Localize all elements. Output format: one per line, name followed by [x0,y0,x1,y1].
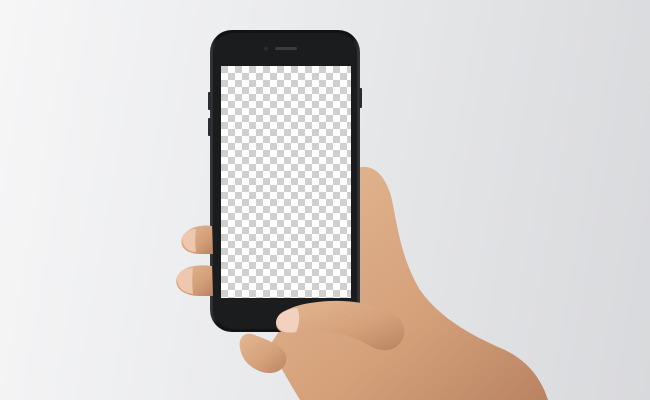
power-button [359,88,362,108]
volume-button [208,92,211,110]
phone-screen [221,66,351,298]
fingernail [177,268,193,294]
earpiece [275,47,297,50]
mockup-illustration [176,30,548,400]
volume-button [208,118,211,136]
mockup-scene [0,0,650,400]
front-camera [264,46,268,51]
